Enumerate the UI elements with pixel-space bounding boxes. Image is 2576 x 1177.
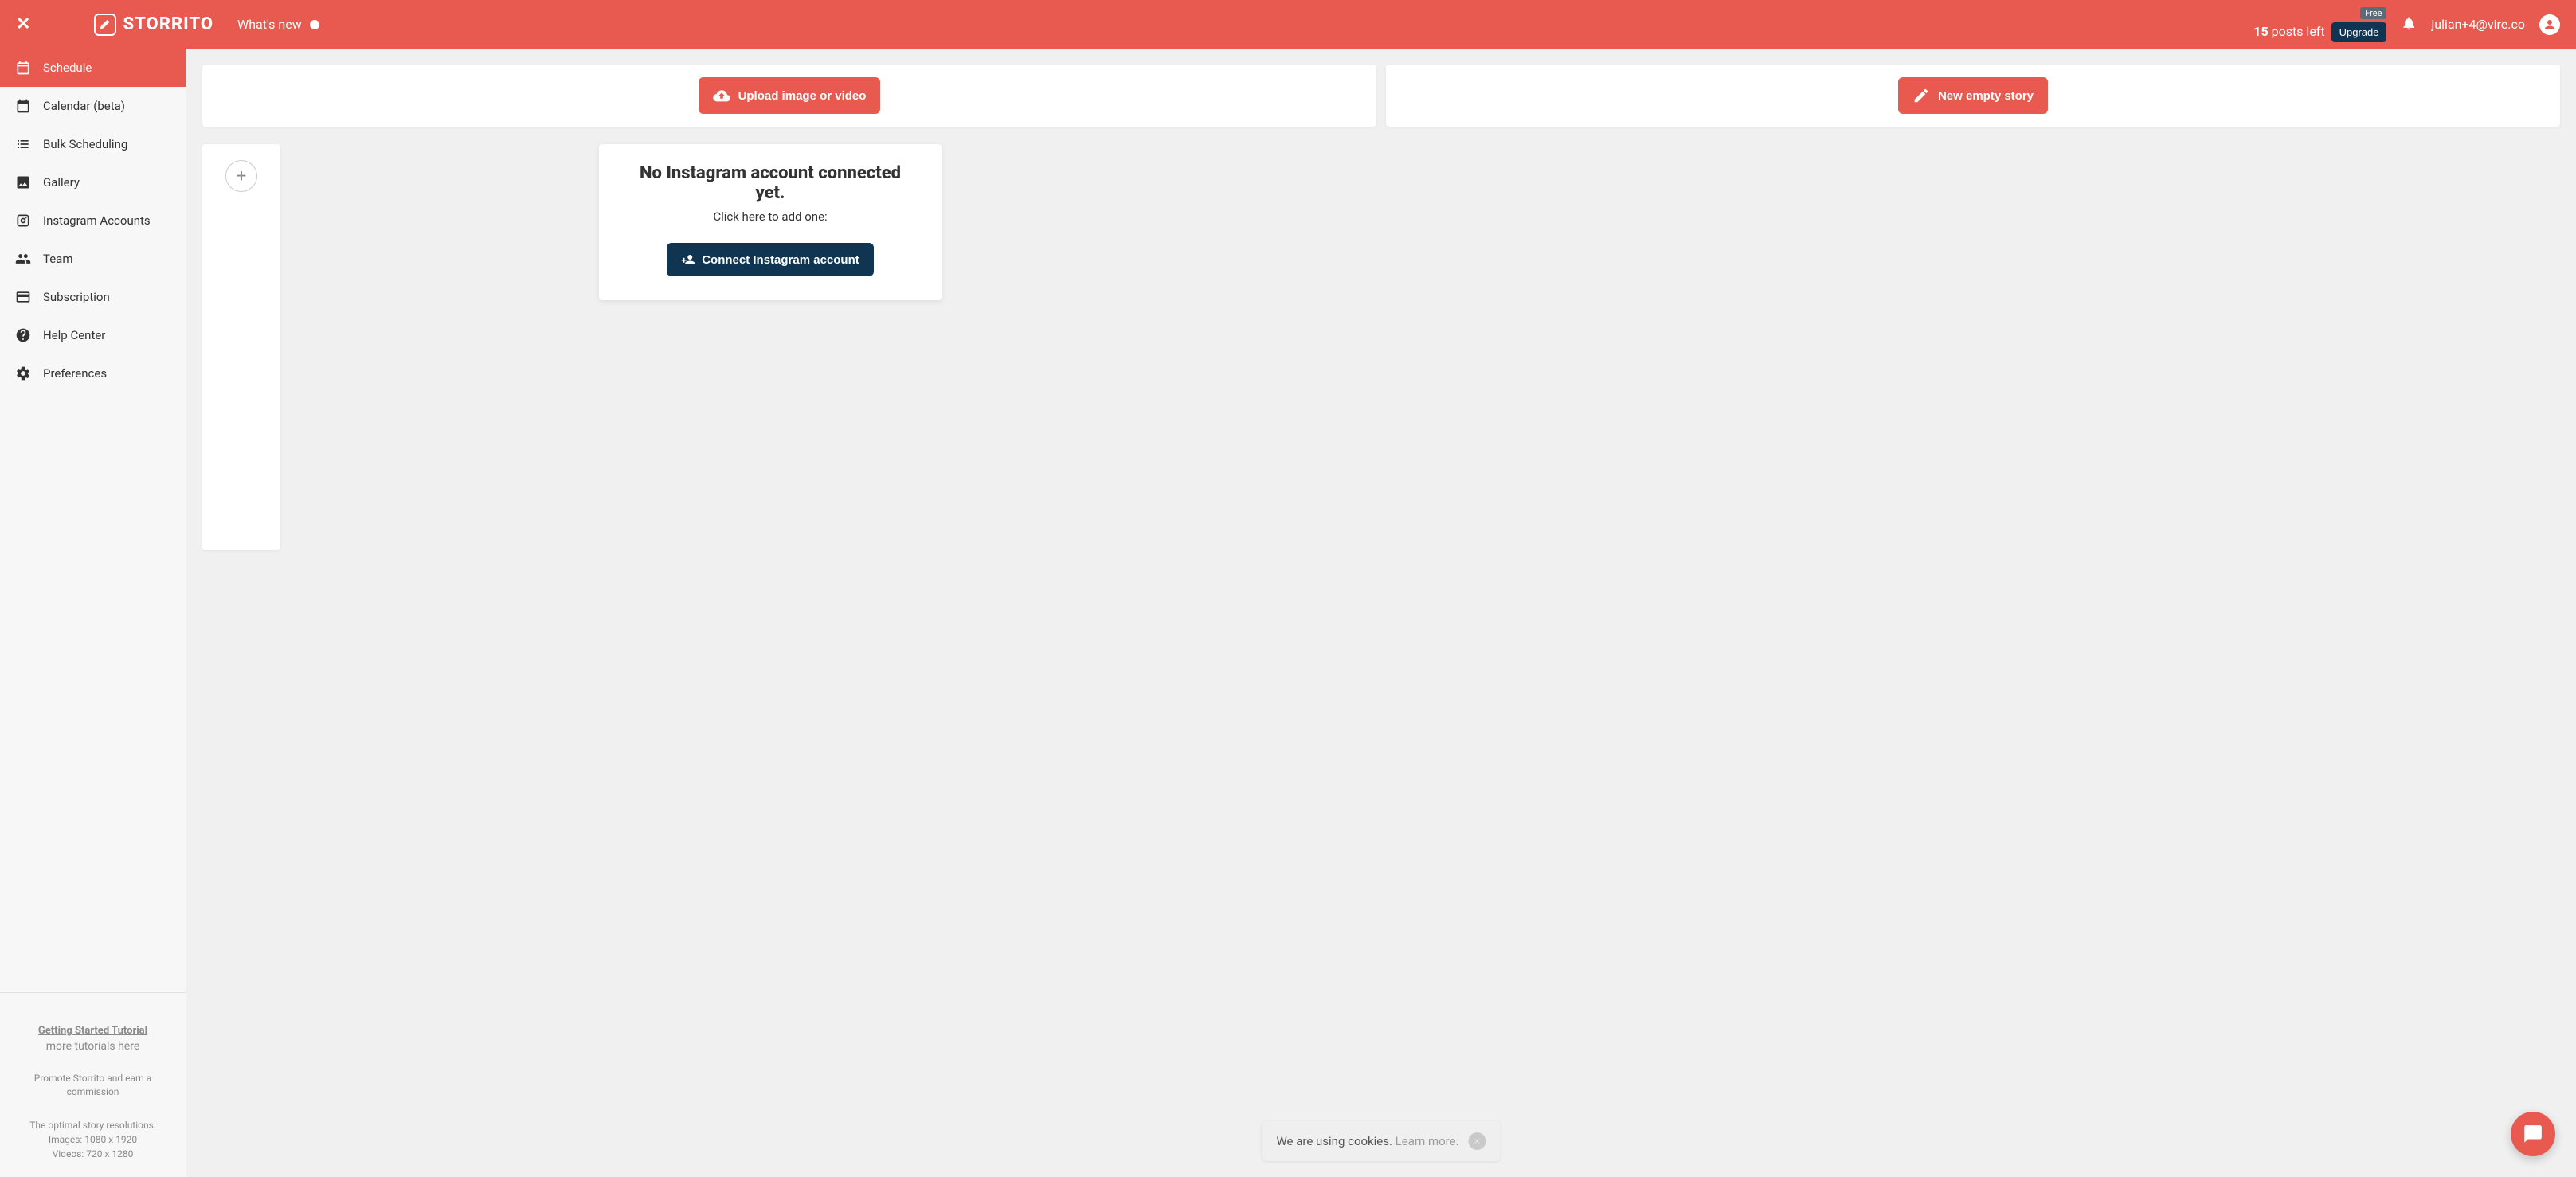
edit-icon	[1912, 87, 1930, 104]
sidebar-item-schedule[interactable]: Schedule	[0, 49, 186, 87]
connect-panel: No Instagram account connected yet. Clic…	[599, 144, 942, 300]
tutorial-link[interactable]: Getting Started Tutorial	[38, 1025, 147, 1037]
user-email[interactable]: julian+4@vire.co	[2431, 17, 2525, 32]
thumbnail-column: +	[202, 144, 280, 550]
avatar-icon[interactable]	[2539, 14, 2560, 35]
sidebar-item-calendar[interactable]: Calendar (beta)	[0, 87, 186, 125]
sidebar-footer: Getting Started Tutorial more tutorials …	[0, 992, 186, 1177]
connect-title: No Instagram account connected yet.	[623, 163, 918, 203]
credit-card-icon	[14, 289, 32, 305]
sidebar-item-subscription[interactable]: Subscription	[0, 278, 186, 316]
cloud-upload-icon	[713, 87, 730, 104]
user-plus-icon	[681, 252, 695, 267]
cookie-learn-link[interactable]: Learn more.	[1396, 1134, 1459, 1148]
brand-name: STORRITO	[123, 14, 213, 34]
cookie-text: We are using cookies. Learn more.	[1276, 1134, 1458, 1148]
topbar-right: Free 15 posts left Upgrade julian+4@vire…	[2253, 7, 2560, 42]
sidebar-item-label: Instagram Accounts	[43, 213, 151, 228]
res-videos: Videos: 720 x 1280	[8, 1147, 178, 1161]
instagram-icon	[14, 213, 32, 229]
sidebar-item-label: Calendar (beta)	[43, 99, 125, 113]
sidebar-item-label: Team	[43, 252, 73, 266]
sidebar-item-label: Preferences	[43, 366, 107, 381]
logo-icon	[94, 14, 116, 36]
sidebar-item-label: Gallery	[43, 175, 80, 190]
whats-new-label: What's new	[237, 17, 302, 32]
sidebar-item-gallery[interactable]: Gallery	[0, 163, 186, 201]
connect-button-label: Connect Instagram account	[702, 253, 859, 267]
add-thumbnail-button[interactable]: +	[225, 160, 257, 192]
logo[interactable]: STORRITO	[94, 14, 213, 36]
upload-card: Upload image or video	[202, 65, 1376, 127]
connect-subtitle: Click here to add one:	[623, 209, 918, 224]
sidebar-item-help[interactable]: Help Center	[0, 316, 186, 354]
help-icon	[14, 327, 32, 343]
plan-block: Free 15 posts left Upgrade	[2253, 7, 2386, 42]
sidebar-item-label: Schedule	[43, 61, 92, 75]
close-icon	[1474, 1137, 1482, 1145]
res-images: Images: 1080 x 1920	[8, 1132, 178, 1147]
list-icon	[14, 136, 32, 152]
close-icon[interactable]: ✕	[16, 14, 30, 34]
res-header: The optimal story resolutions:	[8, 1118, 178, 1132]
sidebar-item-label: Help Center	[43, 328, 105, 342]
upgrade-button[interactable]: Upgrade	[2331, 22, 2387, 42]
whats-new-link[interactable]: What's new	[237, 17, 319, 32]
plus-icon: +	[237, 166, 246, 186]
bell-icon[interactable]	[2401, 15, 2417, 34]
cookie-close-button[interactable]	[1469, 1132, 1486, 1150]
sidebar-item-label: Bulk Scheduling	[43, 137, 127, 151]
sidebar: Schedule Calendar (beta) Bulk Scheduling…	[0, 49, 186, 1177]
gear-icon	[14, 366, 32, 381]
chat-icon	[2523, 1124, 2543, 1144]
new-story-card: New empty story	[1386, 65, 2560, 127]
sidebar-item-instagram[interactable]: Instagram Accounts	[0, 201, 186, 240]
image-icon	[14, 174, 32, 190]
topbar: ✕ STORRITO What's new Free 15 posts left…	[0, 0, 2576, 49]
sidebar-item-label: Subscription	[43, 290, 110, 304]
new-story-button[interactable]: New empty story	[1898, 77, 2048, 114]
cookie-banner: We are using cookies. Learn more.	[1262, 1121, 1500, 1161]
calendar-icon	[14, 60, 32, 76]
more-tutorials-link[interactable]: more tutorials here	[8, 1040, 178, 1053]
calendar-blank-icon	[14, 98, 32, 114]
new-story-label: New empty story	[1938, 89, 2034, 103]
chat-fab[interactable]	[2511, 1112, 2555, 1156]
sidebar-item-preferences[interactable]: Preferences	[0, 354, 186, 393]
sidebar-item-bulk[interactable]: Bulk Scheduling	[0, 125, 186, 163]
users-icon	[14, 251, 32, 267]
promo-text[interactable]: Promote Storrito and earn a commission	[8, 1072, 178, 1099]
connect-instagram-button[interactable]: Connect Instagram account	[667, 243, 874, 276]
plan-badge: Free	[2360, 7, 2386, 19]
upload-label: Upload image or video	[738, 89, 867, 103]
notification-dot-icon	[310, 20, 319, 29]
sidebar-item-team[interactable]: Team	[0, 240, 186, 278]
main-content: Upload image or video New empty story + …	[186, 49, 2576, 1177]
posts-left: 15 posts left	[2253, 25, 2324, 38]
upload-button[interactable]: Upload image or video	[699, 77, 881, 114]
